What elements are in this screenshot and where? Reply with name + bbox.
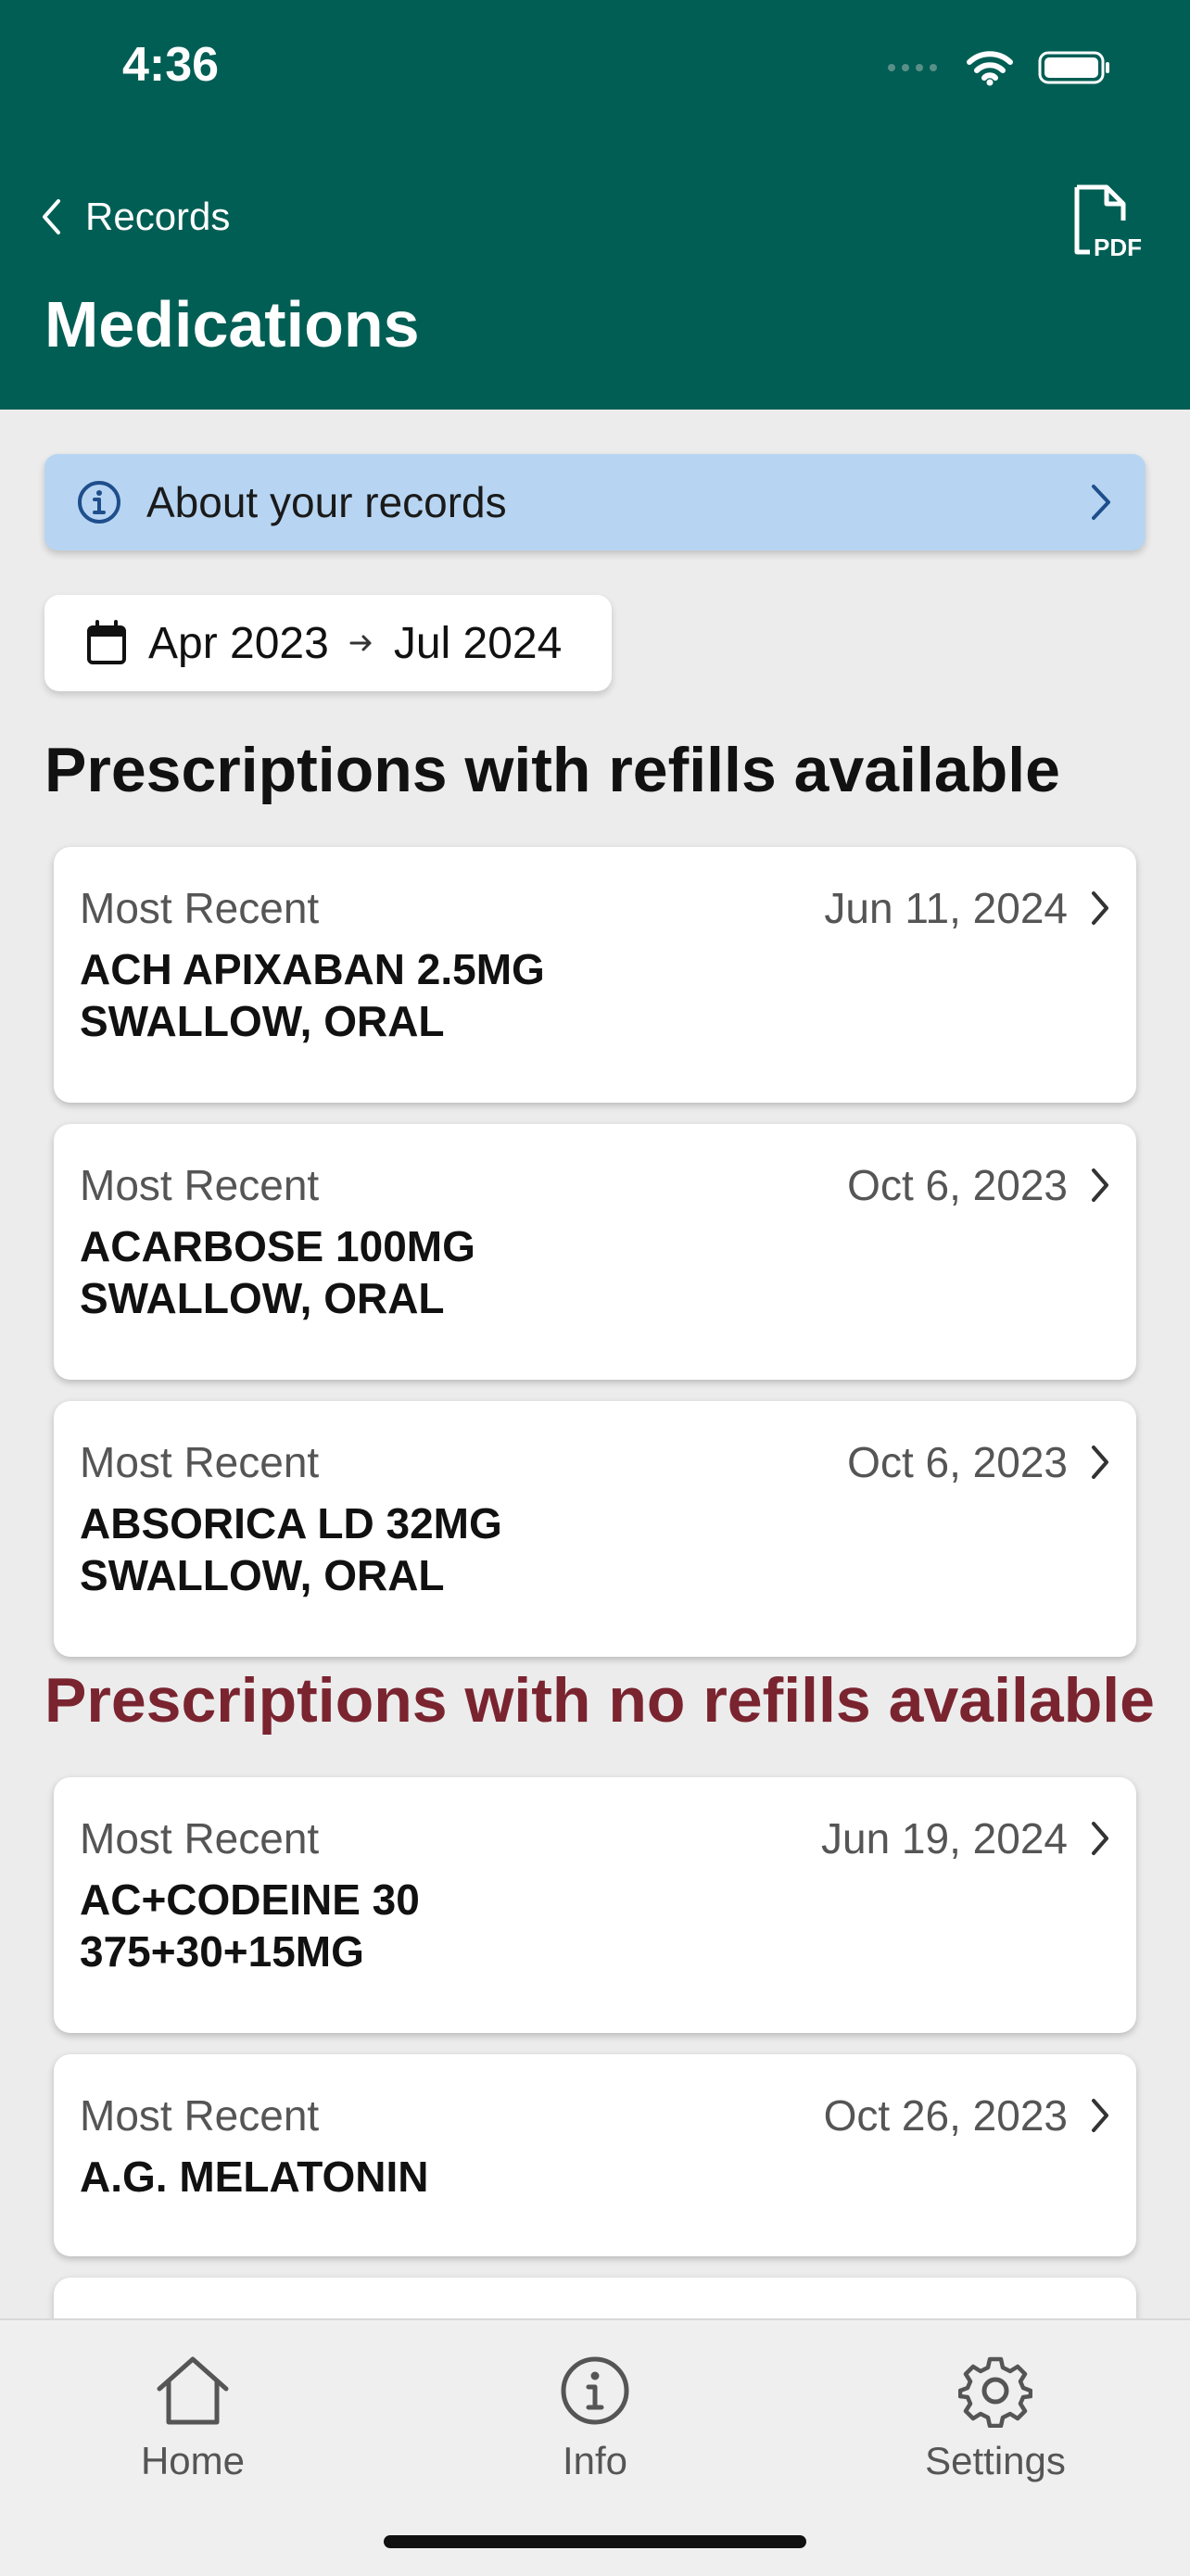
tab-info[interactable]: Info <box>484 2354 706 2483</box>
back-button[interactable]: Records <box>41 195 230 239</box>
status-icons <box>886 46 1112 89</box>
card-name-line2: 375+30+15MG <box>80 1927 364 1976</box>
card-date: Oct 6, 2023 <box>847 1161 1068 1209</box>
card-name-line1: ABSORICA LD 32MG <box>80 1499 502 1547</box>
prescription-card[interactable]: Most Recent Oct 6, 2023 ABSORICA LD 32MG… <box>54 1401 1136 1657</box>
chevron-right-icon <box>1092 1822 1108 1855</box>
pdf-file-icon: PDF <box>1074 184 1142 261</box>
prescription-card[interactable]: Most Recent Oct 6, 2023 ACARBOSE 100MG S… <box>54 1124 1136 1380</box>
date-range-start: Apr 2023 <box>148 618 329 668</box>
card-name-line1: ACARBOSE 100MG <box>80 1222 475 1270</box>
home-indicator <box>384 2535 806 2548</box>
info-circle-icon <box>78 481 120 524</box>
card-date: Jun 11, 2024 <box>824 884 1068 932</box>
card-date: Oct 26, 2023 <box>823 2091 1068 2140</box>
chevron-left-icon <box>43 199 60 234</box>
card-name-line1: A.G. MELATONIN <box>80 2153 429 2201</box>
chevron-right-icon <box>1092 485 1110 520</box>
date-range-end: Jul 2024 <box>393 618 563 668</box>
section-title-no-refills: Prescriptions with no refills available <box>44 1665 1155 1736</box>
tab-settings[interactable]: Settings <box>884 2354 1107 2483</box>
info-icon <box>561 2356 629 2425</box>
battery-icon <box>1038 51 1109 84</box>
card-date: Jun 19, 2024 <box>820 1814 1068 1863</box>
wifi-icon <box>967 51 1013 86</box>
page-title: Medications <box>44 288 420 360</box>
home-icon <box>157 2356 229 2425</box>
tab-home[interactable]: Home <box>82 2354 304 2483</box>
cellular-signal-icon <box>888 64 937 71</box>
arrow-right-icon <box>349 635 372 651</box>
gear-icon <box>958 2356 1032 2428</box>
chevron-right-icon <box>1092 891 1108 925</box>
card-name-line2: SWALLOW, ORAL <box>80 1551 445 1599</box>
chevron-right-icon <box>1092 2099 1108 2132</box>
card-date: Oct 6, 2023 <box>847 1438 1068 1486</box>
tab-home-label: Home <box>140 2439 246 2482</box>
prescription-card[interactable]: Most Recent Oct 26, 2023 A.G. MELATONIN <box>54 2054 1136 2256</box>
card-kicker: Most Recent <box>80 1814 320 1863</box>
chevron-right-icon <box>1092 1446 1108 1479</box>
prescription-card[interactable]: Most Recent Jun 19, 2024 AC+CODEINE 30 3… <box>54 1777 1136 2033</box>
about-records-label: About your records <box>146 478 507 526</box>
app-header: 4:36 Records PDF Medications <box>0 0 1190 410</box>
section-title-refills-available: Prescriptions with refills available <box>44 735 1060 805</box>
pdf-export-button[interactable]: PDF <box>1070 183 1149 263</box>
card-kicker: Most Recent <box>80 884 320 932</box>
card-name-line2: SWALLOW, ORAL <box>80 1274 445 1322</box>
card-kicker: Most Recent <box>80 1161 320 1209</box>
calendar-icon <box>87 620 126 664</box>
about-records-banner[interactable]: About your records <box>44 454 1146 550</box>
chevron-right-icon <box>1092 1168 1108 1202</box>
card-kicker: Most Recent <box>80 2091 320 2140</box>
card-name-line1: ACH APIXABAN 2.5MG <box>80 945 545 993</box>
back-label: Records <box>85 195 231 238</box>
tab-info-label: Info <box>562 2439 628 2482</box>
card-name-line1: AC+CODEINE 30 <box>80 1875 420 1924</box>
status-time: 4:36 <box>122 38 220 92</box>
tab-settings-label: Settings <box>925 2439 1066 2482</box>
prescription-card[interactable]: Most Recent Jun 11, 2024 ACH APIXABAN 2.… <box>54 847 1136 1103</box>
date-range-picker[interactable]: Apr 2023 Jul 2024 <box>44 595 612 691</box>
svg-text:PDF: PDF <box>1094 234 1142 261</box>
card-kicker: Most Recent <box>80 1438 320 1486</box>
card-name-line2: SWALLOW, ORAL <box>80 997 445 1045</box>
